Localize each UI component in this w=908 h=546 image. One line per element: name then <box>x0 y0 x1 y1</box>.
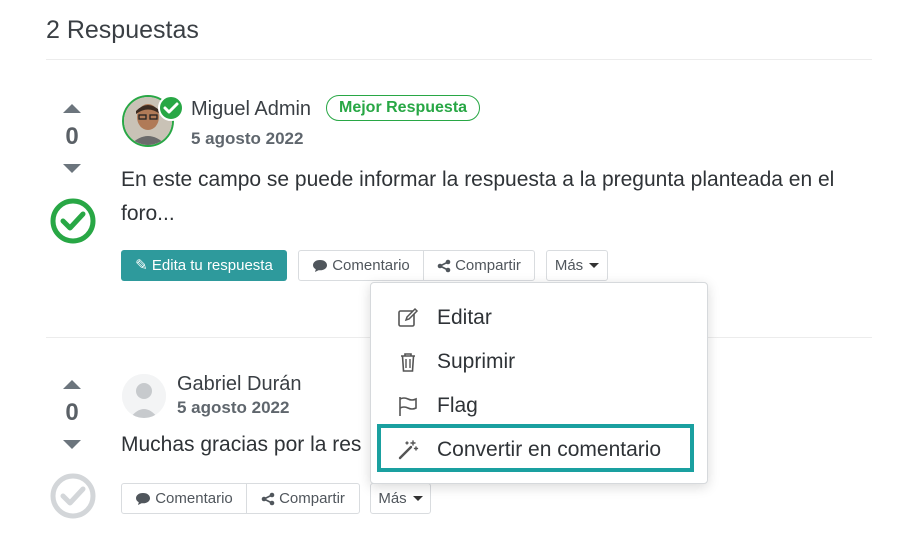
more-button[interactable]: Más <box>370 483 431 514</box>
verified-icon <box>158 95 184 121</box>
share-label: Compartir <box>455 257 521 274</box>
share-button[interactable]: Compartir <box>246 484 359 513</box>
more-button[interactable]: Más <box>546 250 608 281</box>
answer-actions: Comentario Compartir <box>121 483 360 514</box>
highlight-frame <box>377 424 694 472</box>
comment-button[interactable]: Comentario <box>299 251 423 280</box>
share-icon <box>437 259 451 272</box>
share-button[interactable]: Compartir <box>423 251 534 280</box>
answer-date: 5 agosto 2022 <box>191 129 304 148</box>
answer-actions: Comentario Compartir <box>298 250 535 281</box>
menu-item-label: Flag <box>437 394 478 417</box>
accepted-check-icon[interactable] <box>49 197 97 245</box>
menu-item-editar[interactable]: Editar <box>371 298 707 338</box>
accept-answer-icon[interactable] <box>49 472 97 520</box>
divider <box>46 59 872 60</box>
caret-down-icon <box>589 263 600 268</box>
vote-count: 0 <box>65 399 79 426</box>
share-icon <box>261 492 275 505</box>
menu-item-suprimir[interactable]: Suprimir <box>371 342 707 382</box>
menu-item-label: Suprimir <box>437 350 516 373</box>
author-name[interactable]: Gabriel Durán <box>177 373 302 396</box>
best-answer-badge: Mejor Respuesta <box>326 95 481 121</box>
author-name[interactable]: Miguel Admin <box>191 98 311 121</box>
edit-answer-button[interactable]: ✎ Edita tu respuesta <box>121 250 287 281</box>
avatar[interactable] <box>122 374 166 418</box>
more-label: Más <box>554 257 584 274</box>
vote-count: 0 <box>65 123 79 150</box>
comment-icon <box>136 492 151 505</box>
downvote-button[interactable] <box>63 164 81 173</box>
menu-item-label: Editar <box>437 306 492 329</box>
answer-body-line: En este campo se puede informar la respu… <box>121 168 835 191</box>
menu-item-flag[interactable]: Flag <box>371 386 707 426</box>
upvote-button[interactable] <box>63 104 81 113</box>
comment-button[interactable]: Comentario <box>122 484 246 513</box>
flag-icon <box>395 393 421 419</box>
upvote-button[interactable] <box>63 380 81 389</box>
share-label: Compartir <box>279 490 345 507</box>
comment-label: Comentario <box>155 490 233 507</box>
comment-label: Comentario <box>332 257 410 274</box>
more-label: Más <box>378 490 407 507</box>
caret-down-icon <box>412 496 423 501</box>
pencil-icon: ✎ <box>135 257 148 274</box>
edit-answer-label: Edita tu respuesta <box>151 257 273 274</box>
edit-icon <box>395 305 421 331</box>
answers-heading: 2 Respuestas <box>46 16 199 44</box>
answer-date: 5 agosto 2022 <box>177 398 290 417</box>
trash-icon <box>395 349 421 375</box>
answer-body-line: Muchas gracias por la res <box>121 433 362 456</box>
downvote-button[interactable] <box>63 440 81 449</box>
answer-body-line: foro... <box>121 202 175 225</box>
comment-icon <box>313 259 328 272</box>
